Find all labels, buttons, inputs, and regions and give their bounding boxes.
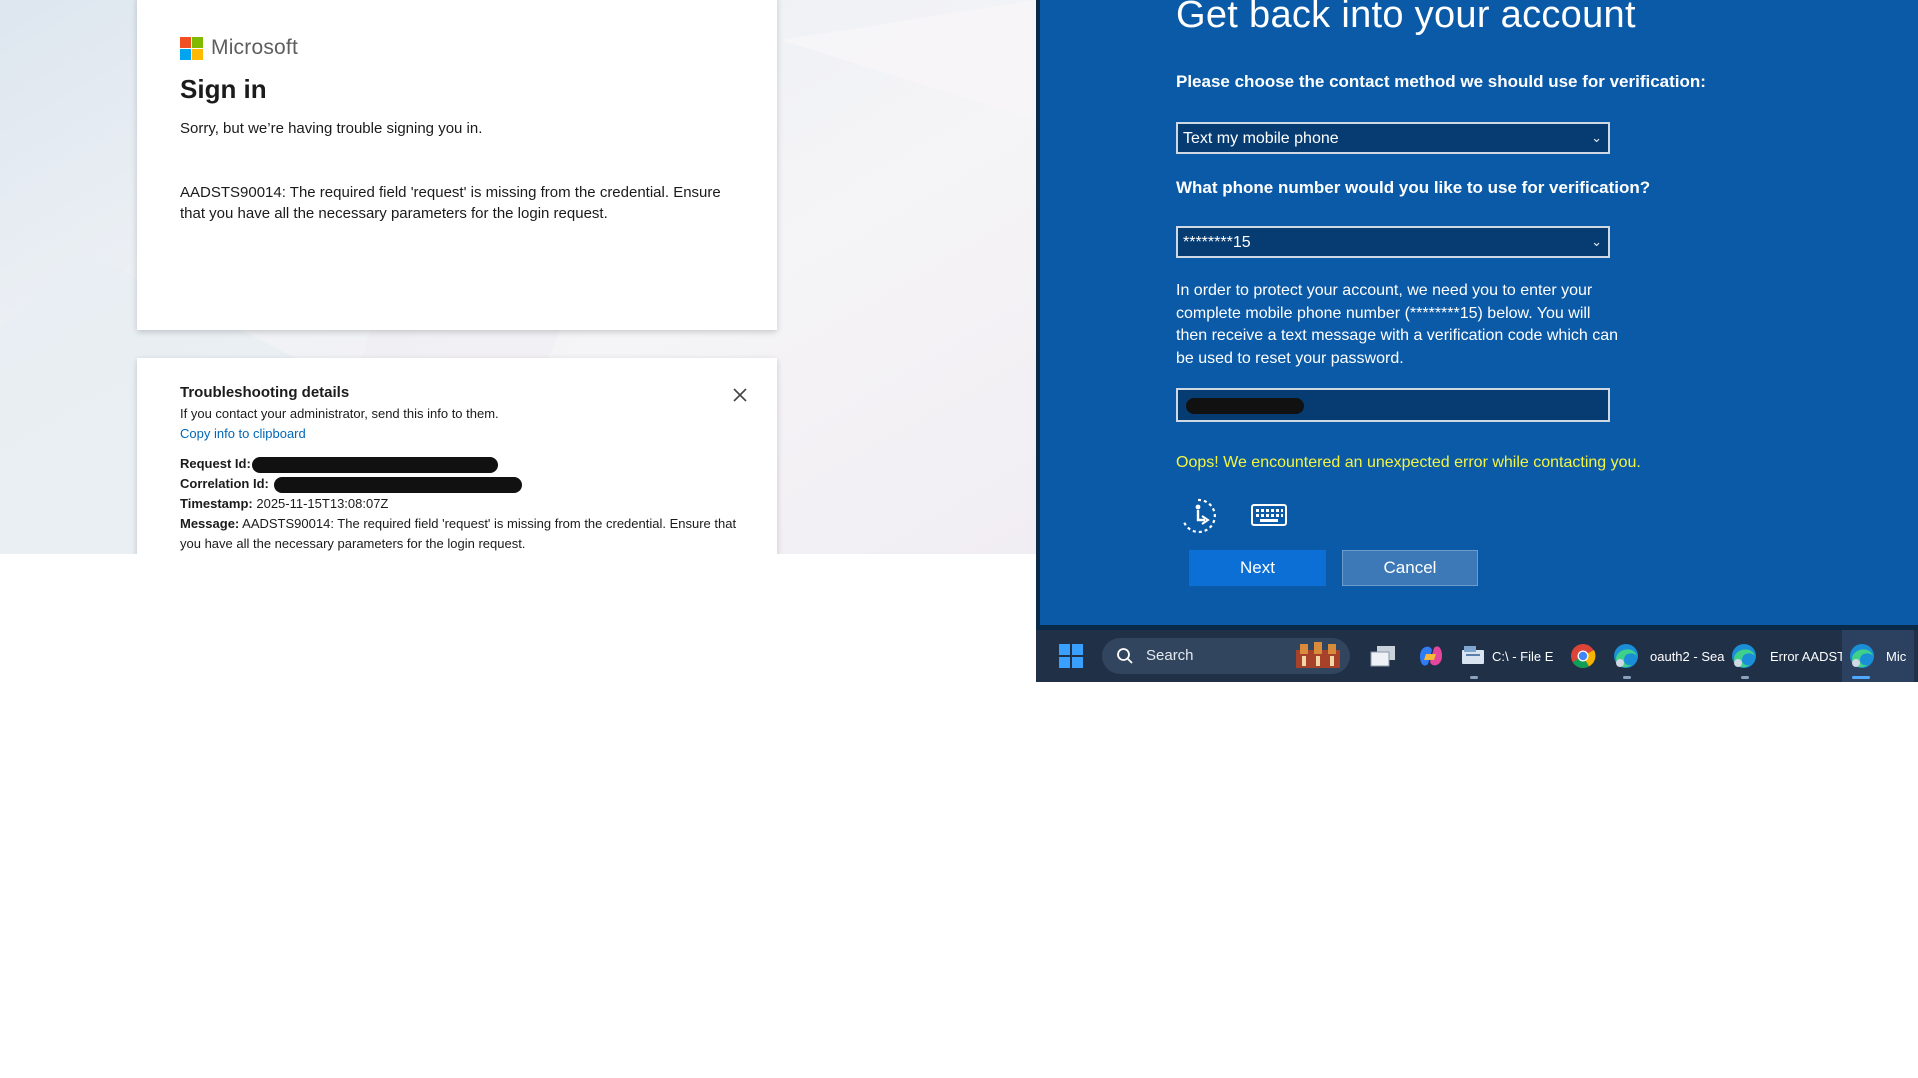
- taskbar-label-file-explorer: C:\ - File E: [1492, 648, 1554, 664]
- file-explorer-icon: [1462, 646, 1484, 664]
- search-highlight-icon: [1296, 642, 1340, 668]
- phone-number-value: ********15: [1183, 234, 1251, 251]
- copy-info-link[interactable]: Copy info to clipboard: [180, 426, 306, 441]
- taskbar-search-box[interactable]: Search: [1102, 638, 1350, 674]
- phone-number-redaction: [1186, 398, 1304, 414]
- taskbar-edge-error[interactable]: Error AADST: [1730, 630, 1845, 682]
- accessibility-icon[interactable]: [1178, 496, 1218, 536]
- error-message: Oops! We encountered an unexpected error…: [1176, 454, 1641, 471]
- recovery-title: Get back into your account: [1176, 0, 1636, 36]
- message-label: Message:: [180, 516, 240, 531]
- edge-icon: [1614, 644, 1638, 668]
- signin-card: Microsoft Sign in Sorry, but we’re havin…: [137, 0, 777, 330]
- contact-method-select[interactable]: Text my mobile phone ⌄: [1176, 122, 1610, 154]
- contact-method-value: Text my mobile phone: [1183, 130, 1339, 147]
- chevron-down-icon: ⌄: [1591, 130, 1602, 145]
- taskbar-edge-microsoft[interactable]: Mic: [1842, 630, 1915, 682]
- active-indicator: [1623, 676, 1631, 679]
- keyboard-icon[interactable]: [1250, 502, 1288, 528]
- correlation-id-redaction: [274, 477, 522, 493]
- signin-error-text: AADSTS90014: The required field 'request…: [180, 184, 721, 222]
- active-indicator: [1852, 676, 1870, 679]
- chevron-down-icon: ⌄: [1591, 234, 1602, 249]
- correlation-id-label: Correlation Id:: [180, 476, 269, 491]
- search-label: Search: [1146, 647, 1194, 664]
- search-icon: [1117, 648, 1133, 664]
- windows-start-icon[interactable]: [1058, 644, 1084, 668]
- edge-icon: [1732, 644, 1756, 668]
- correlation-id-row: Correlation Id:: [180, 474, 740, 494]
- taskbar: Search C:\ - File E oauth2 - Sea Error A…: [1036, 630, 1918, 682]
- taskbar-edge-oauth[interactable]: oauth2 - Sea: [1612, 630, 1724, 682]
- chrome-icon[interactable]: [1570, 643, 1596, 669]
- signin-message: Sorry, but we’re having trouble signing …: [180, 120, 483, 137]
- signin-screenshot: Microsoft Sign in Sorry, but we’re havin…: [0, 0, 1036, 554]
- task-view-icon[interactable]: [1369, 644, 1397, 668]
- close-icon[interactable]: [729, 384, 751, 406]
- active-indicator: [1470, 676, 1478, 679]
- edge-icon: [1850, 644, 1874, 668]
- troubleshooting-subtitle: If you contact your administrator, send …: [180, 406, 499, 421]
- microsoft-logo-icon: [180, 36, 203, 60]
- microsoft-logo: Microsoft: [180, 36, 298, 60]
- verification-instructions: In order to protect your account, we nee…: [1176, 282, 1619, 367]
- phone-number-label: What phone number would you like to use …: [1176, 178, 1651, 197]
- request-id-label: Request Id:: [180, 456, 251, 471]
- active-indicator: [1741, 676, 1749, 679]
- request-id-row: Request Id:: [180, 454, 740, 474]
- taskbar-label-oauth2: oauth2 - Sea: [1650, 648, 1725, 664]
- recovery-panel: Get back into your account Please choose…: [1040, 0, 1918, 625]
- troubleshooting-card: Troubleshooting details If you contact y…: [137, 358, 777, 554]
- microsoft-wordmark: Microsoft: [211, 36, 298, 59]
- next-button[interactable]: Next: [1189, 550, 1326, 586]
- troubleshooting-title: Troubleshooting details: [180, 384, 350, 401]
- taskbar-file-explorer[interactable]: C:\ - File E: [1460, 630, 1553, 682]
- phone-number-input[interactable]: [1176, 388, 1610, 422]
- recovery-screenshot: Get back into your account Please choose…: [1036, 0, 1918, 682]
- contact-method-label: Please choose the contact method we shou…: [1176, 72, 1706, 91]
- phone-number-select[interactable]: ********15 ⌄: [1176, 226, 1610, 258]
- page-title: Sign in: [180, 74, 267, 104]
- message-value: AADSTS90014: The required field 'request…: [180, 516, 737, 551]
- taskbar-label-microsoft: Mic: [1886, 648, 1907, 664]
- request-id-redaction: [252, 457, 498, 473]
- message-row: Message: AADSTS90014: The required field…: [180, 514, 740, 554]
- timestamp-row: Timestamp: 2025-11-15T13:08:07Z: [180, 494, 740, 514]
- timestamp-value: 2025-11-15T13:08:07Z: [256, 496, 389, 511]
- taskbar-label-error: Error AADST: [1770, 648, 1846, 664]
- troubleshooting-details: Request Id: Correlation Id: Timestamp: 2…: [180, 454, 740, 554]
- copilot-icon[interactable]: [1416, 642, 1446, 670]
- timestamp-label: Timestamp:: [180, 496, 253, 511]
- cancel-button[interactable]: Cancel: [1342, 550, 1478, 586]
